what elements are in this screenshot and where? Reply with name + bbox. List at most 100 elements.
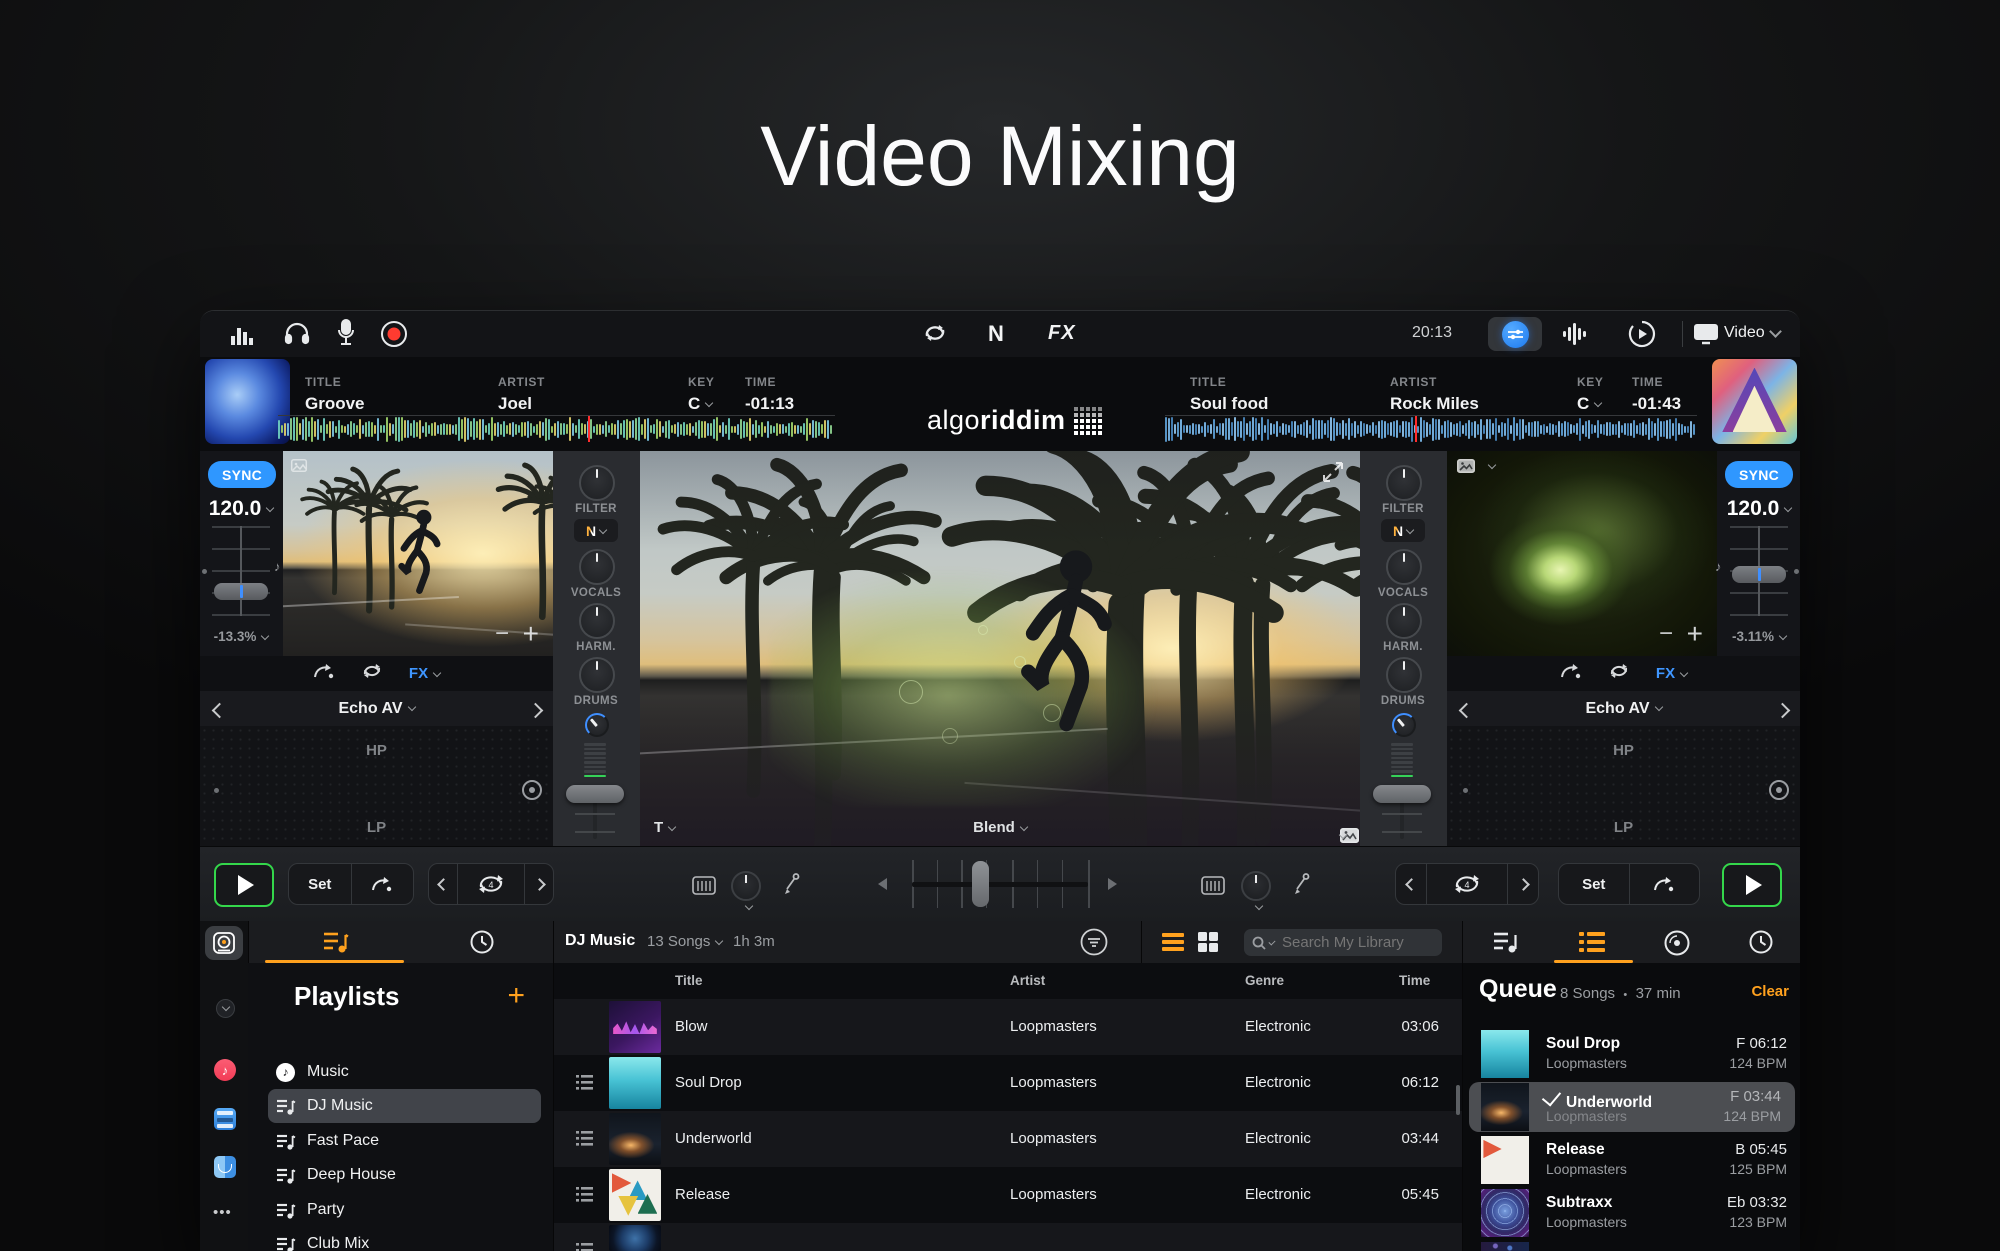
- crossfader-right-arrow[interactable]: [1108, 878, 1117, 890]
- deck-a-cue-jump-button[interactable]: [351, 864, 414, 904]
- deck-a-scratch-icon[interactable]: [783, 873, 800, 896]
- deck-a-sync-button[interactable]: SYNC: [208, 461, 276, 488]
- pad-target-icon[interactable]: [1769, 780, 1789, 800]
- table-row[interactable]: Soul Drop Loopmasters Electronic 06:12: [554, 1055, 1462, 1111]
- deck-b-visual-thumbnail[interactable]: − +: [1447, 451, 1717, 656]
- table-scrollbar[interactable]: [1456, 1085, 1460, 1115]
- deck-b-fx-toggle[interactable]: FX: [1656, 665, 1687, 682]
- queue-item-selected[interactable]: Underworld Loopmasters F 03:44 124 BPM: [1469, 1082, 1795, 1132]
- deck-a-loop-double-button[interactable]: [524, 864, 553, 904]
- deck-b-album-art[interactable]: [1712, 359, 1797, 444]
- deck-a-vocals-knob[interactable]: [579, 549, 615, 585]
- deck-b-effect-name[interactable]: Echo AV: [1447, 700, 1800, 718]
- deck-a-tempo-handle[interactable]: [214, 583, 268, 600]
- deck-a-harmonic-knob[interactable]: [579, 603, 615, 639]
- deck-a-play-button[interactable]: [214, 863, 274, 907]
- sidebar-item-fast-pace[interactable]: Fast Pace: [268, 1124, 541, 1158]
- deck-a-waveform[interactable]: [278, 415, 835, 442]
- deck-b-vocals-knob[interactable]: [1386, 549, 1422, 585]
- deck-b-filter-mini-knob[interactable]: [1241, 871, 1271, 901]
- deck-a-fx-toggle[interactable]: FX: [409, 665, 440, 682]
- deck-b-tempo-slider[interactable]: [1727, 526, 1791, 616]
- sidebar-item-club-mix[interactable]: Club Mix: [268, 1227, 541, 1251]
- tab-playlists[interactable]: [323, 930, 349, 959]
- deck-b-gain-knob[interactable]: [1392, 713, 1416, 737]
- cue-jump-icon[interactable]: [1560, 662, 1582, 685]
- deck-a-video-thumbnail[interactable]: − +: [283, 451, 553, 656]
- chevron-down-icon[interactable]: [745, 902, 753, 910]
- deck-a-tempo-percent[interactable]: -13.3%: [204, 629, 278, 644]
- deck-b-pads-icon[interactable]: [1201, 876, 1225, 895]
- crossfader-left-arrow[interactable]: [878, 878, 887, 890]
- deck-b-harmonic-knob[interactable]: [1386, 603, 1422, 639]
- output-mode-dropdown[interactable]: Video: [1724, 324, 1780, 342]
- deck-b-drums-knob[interactable]: [1386, 657, 1422, 693]
- levels-icon[interactable]: [230, 322, 254, 346]
- zoom-out-button[interactable]: −: [495, 620, 509, 648]
- deck-a-filter-mini-knob[interactable]: [731, 871, 761, 901]
- deck-a-bpm[interactable]: 120.0: [206, 497, 276, 521]
- loop-icon[interactable]: [361, 662, 383, 685]
- deck-a-key-field[interactable]: KEY C: [688, 375, 714, 414]
- table-row-partial[interactable]: [554, 1223, 1462, 1251]
- deck-b-bpm[interactable]: 120.0: [1724, 497, 1794, 521]
- eq-panel-button[interactable]: [1488, 317, 1542, 351]
- search-scope-chevron[interactable]: [1268, 938, 1275, 945]
- zoom-in-button[interactable]: +: [1687, 618, 1703, 650]
- queue-item[interactable]: Release Loopmasters B 05:45 125 BPM: [1463, 1135, 1800, 1185]
- search-box[interactable]: [1244, 929, 1442, 956]
- deck-b-sync-button[interactable]: SYNC: [1725, 461, 1793, 488]
- deck-b-loop-double-button[interactable]: [1507, 864, 1538, 904]
- table-row[interactable]: Underworld Loopmasters Electronic 03:44: [554, 1111, 1462, 1167]
- loop-icon[interactable]: [1608, 662, 1630, 685]
- add-playlist-button[interactable]: +: [507, 979, 525, 1013]
- deck-b-tempo-percent[interactable]: -3.11%: [1722, 629, 1796, 644]
- blend-mode-selector[interactable]: Blend: [640, 819, 1360, 836]
- deck-a-neural-button[interactable]: N: [574, 519, 618, 542]
- looping-mode-icon[interactable]: [922, 321, 948, 345]
- video-library-source[interactable]: [214, 1108, 236, 1130]
- table-row[interactable]: Release Loopmasters Electronic 05:45: [554, 1167, 1462, 1223]
- sidebar-item-deep-house[interactable]: Deep House: [268, 1158, 541, 1192]
- deck-b-scratch-icon[interactable]: [1293, 873, 1310, 896]
- table-row[interactable]: Blow Loopmasters Electronic 03:06: [554, 999, 1462, 1055]
- deck-a-volume-fader[interactable]: [566, 785, 624, 803]
- deck-b-loop-halve-button[interactable]: [1396, 864, 1426, 904]
- collapse-rail-button[interactable]: [216, 999, 235, 1018]
- column-artist[interactable]: Artist: [1010, 973, 1045, 988]
- deck-b-waveform[interactable]: [1165, 415, 1697, 442]
- deck-a-filter-knob[interactable]: [579, 465, 615, 501]
- crossfader-handle[interactable]: [972, 861, 989, 907]
- more-sources-button[interactable]: •••: [213, 1204, 232, 1221]
- tab-history[interactable]: [470, 930, 494, 959]
- deck-b-filter-knob[interactable]: [1386, 465, 1422, 501]
- automix-icon[interactable]: [1628, 320, 1656, 348]
- sidebar-item-dj-music[interactable]: DJ Music: [268, 1089, 541, 1123]
- deck-b-loop-button[interactable]: 4: [1426, 864, 1507, 904]
- deck-a-drums-knob[interactable]: [579, 657, 615, 693]
- deck-a-xy-pad[interactable]: HP LP: [200, 726, 553, 846]
- queue-item[interactable]: Subtraxx Loopmasters Eb 03:32 123 BPM: [1463, 1188, 1800, 1238]
- deck-b-neural-button[interactable]: N: [1381, 519, 1425, 542]
- grid-view-button[interactable]: [1198, 932, 1218, 957]
- deck-a-loop-halve-button[interactable]: [429, 864, 457, 904]
- waveform-view-icon[interactable]: [1563, 323, 1589, 345]
- deck-b-tempo-handle[interactable]: [1732, 566, 1786, 583]
- deck-a-set-cue-button[interactable]: Set: [289, 864, 351, 904]
- deck-a-effect-name[interactable]: Echo AV: [200, 700, 553, 718]
- list-view-button[interactable]: [1162, 932, 1184, 957]
- crossfader[interactable]: [912, 860, 1088, 908]
- tab-song-info[interactable]: [1493, 930, 1519, 959]
- cue-jump-icon[interactable]: [313, 662, 335, 685]
- visual-source-selector[interactable]: [1340, 832, 1346, 838]
- deck-b-set-cue-button[interactable]: Set: [1559, 864, 1629, 904]
- neural-mix-icon[interactable]: N: [988, 321, 1004, 347]
- deck-b-cue-jump-button[interactable]: [1629, 864, 1700, 904]
- deck-a-gain-knob[interactable]: [585, 713, 609, 737]
- deck-b-play-button[interactable]: [1722, 863, 1782, 907]
- microphone-icon[interactable]: [337, 319, 355, 347]
- headphones-icon[interactable]: [284, 320, 310, 346]
- column-title[interactable]: Title: [675, 973, 703, 988]
- chevron-down-icon[interactable]: [1255, 902, 1263, 910]
- queue-item[interactable]: Soul Drop Loopmasters F 06:12 124 BPM: [1463, 1029, 1800, 1079]
